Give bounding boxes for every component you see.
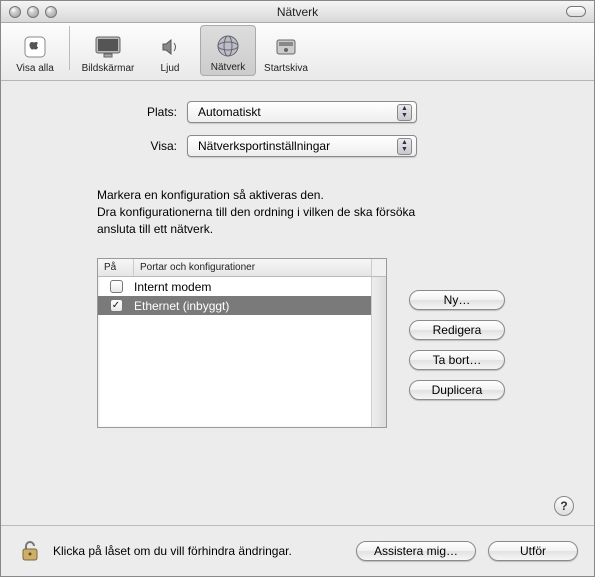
list-header: På Portar och konfigurationer [98, 259, 386, 277]
row-checkbox[interactable] [110, 280, 123, 293]
show-value: Nätverksportinställningar [198, 139, 330, 153]
edit-button[interactable]: Redigera [409, 320, 505, 340]
toolbar-label: Bildskärmar [82, 63, 135, 74]
list-body: Internt modem ✓ Ethernet (inbyggt) [98, 277, 386, 427]
titlebar: Nätverk [1, 1, 594, 23]
show-all-button[interactable]: Visa alla [7, 27, 63, 76]
zoom-window-button[interactable] [45, 6, 57, 18]
row-label: Ethernet (inbyggt) [134, 299, 229, 313]
show-popup[interactable]: Nätverksportinställningar ▲▼ [187, 135, 417, 157]
window-title: Nätverk [1, 5, 594, 19]
location-value: Automatiskt [198, 105, 261, 119]
new-button[interactable]: Ny… [409, 290, 505, 310]
globe-icon [212, 30, 244, 62]
speaker-icon [154, 31, 186, 63]
displays-button[interactable]: Bildskärmar [76, 27, 140, 76]
footer-buttons: Assistera mig… Utför [356, 541, 578, 561]
instruction-line: Dra konfigurationerna till den ordning i… [97, 204, 568, 221]
toolbar-toggle-button[interactable] [566, 6, 586, 17]
window-controls [1, 6, 57, 18]
location-popup[interactable]: Automatiskt ▲▼ [187, 101, 417, 123]
row-checkbox[interactable]: ✓ [110, 299, 123, 312]
lock-text: Klicka på låset om du vill förhindra änd… [53, 544, 346, 558]
column-header-on[interactable]: På [98, 259, 134, 276]
apply-button[interactable]: Utför [488, 541, 578, 561]
port-configurations-list[interactable]: På Portar och konfigurationer Internt mo… [97, 258, 387, 428]
apple-icon [19, 31, 51, 63]
scrollbar[interactable] [371, 277, 386, 427]
delete-button[interactable]: Ta bort… [409, 350, 505, 370]
sound-button[interactable]: Ljud [142, 27, 198, 76]
footer: Klicka på låset om du vill förhindra änd… [1, 525, 594, 576]
toolbar-label: Ljud [161, 63, 180, 74]
duplicate-button[interactable]: Duplicera [409, 380, 505, 400]
list-item[interactable]: Internt modem [98, 277, 371, 296]
network-button[interactable]: Nätverk [200, 25, 256, 76]
toolbar: Visa alla Bildskärmar Ljud [1, 23, 594, 81]
column-scroll-corner [371, 259, 386, 276]
disk-icon [270, 31, 302, 63]
preferences-window: Nätverk Visa alla Bildskärmar [0, 0, 595, 577]
updown-arrows-icon: ▲▼ [397, 138, 412, 155]
close-window-button[interactable] [9, 6, 21, 18]
column-header-ports[interactable]: Portar och konfigurationer [134, 259, 371, 276]
assist-button[interactable]: Assistera mig… [356, 541, 476, 561]
show-row: Visa: Nätverksportinställningar ▲▼ [27, 135, 568, 157]
content-area: Plats: Automatiskt ▲▼ Visa: Nätverksport… [1, 81, 594, 576]
list-item[interactable]: ✓ Ethernet (inbyggt) [98, 296, 371, 315]
toolbar-label: Visa alla [16, 63, 54, 74]
mid-section: På Portar och konfigurationer Internt mo… [97, 258, 568, 428]
side-buttons: Ny… Redigera Ta bort… Duplicera [409, 258, 505, 428]
help-button[interactable]: ? [554, 496, 574, 516]
toolbar-divider [69, 26, 70, 70]
minimize-window-button[interactable] [27, 6, 39, 18]
lock-open-icon [19, 539, 41, 563]
show-label: Visa: [27, 139, 187, 153]
updown-arrows-icon: ▲▼ [397, 104, 412, 121]
toolbar-label: Nätverk [211, 62, 245, 73]
instruction-line: Markera en konfiguration så aktiveras de… [97, 187, 568, 204]
row-label: Internt modem [134, 280, 211, 294]
toolbar-label: Startskiva [264, 63, 308, 74]
location-label: Plats: [27, 105, 187, 119]
instruction-line: ansluta till ett nätverk. [97, 221, 568, 238]
lock-button[interactable] [17, 538, 43, 564]
instructions-text: Markera en konfiguration så aktiveras de… [97, 187, 568, 238]
list-rows: Internt modem ✓ Ethernet (inbyggt) [98, 277, 371, 427]
location-row: Plats: Automatiskt ▲▼ [27, 101, 568, 123]
display-icon [92, 31, 124, 63]
startup-disk-button[interactable]: Startskiva [258, 27, 314, 76]
